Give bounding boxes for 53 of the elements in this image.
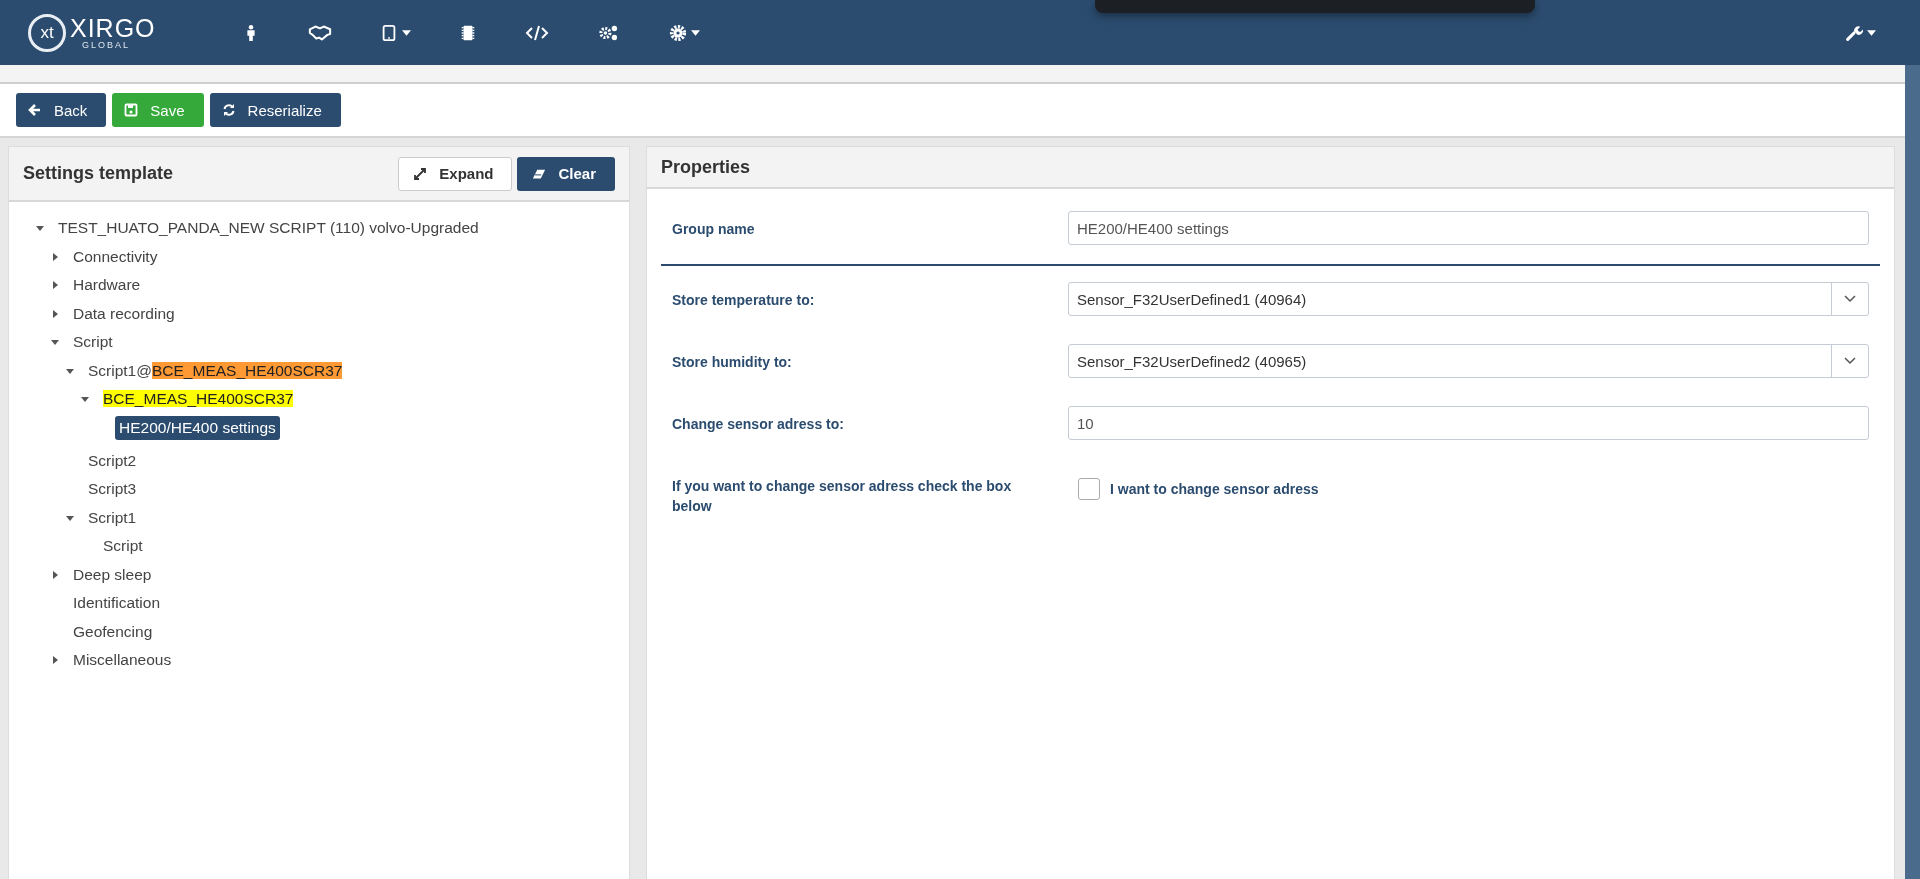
- logo-mark: xt: [28, 13, 66, 52]
- back-button[interactable]: Back: [16, 93, 107, 127]
- tree-item[interactable]: Geofencing: [70, 621, 156, 642]
- tree-item[interactable]: Identification: [70, 593, 164, 614]
- field-label: Store temperature to:: [672, 292, 815, 308]
- tree-item[interactable]: Script1: [85, 507, 140, 528]
- tablet-icon: [380, 23, 398, 42]
- tree-item[interactable]: TEST_HUATO_PANDA_NEW SCRIPT (110) volvo-Upgraded: [55, 218, 482, 239]
- panel-title: Settings template: [23, 163, 174, 184]
- tree-item[interactable]: Script2: [85, 450, 140, 471]
- field-label: If you want to change sensor adress check the box below: [672, 478, 1012, 514]
- select-field[interactable]: Sensor_F32UserDefined2 (40965): [1068, 344, 1869, 378]
- logo-name: XIRGO: [70, 15, 156, 41]
- tree-item[interactable]: Data recording: [70, 303, 178, 324]
- caret-icon[interactable]: [50, 569, 60, 580]
- tree-item[interactable]: HE200/HE400 settings: [115, 415, 280, 440]
- code-icon: [525, 23, 549, 42]
- field-label: Store humidity to:: [672, 354, 792, 370]
- tree-item[interactable]: Script3: [85, 479, 140, 500]
- tree-item[interactable]: Hardware: [70, 275, 144, 296]
- tree-item[interactable]: Connectivity: [70, 246, 161, 267]
- caret-icon: [1867, 29, 1876, 36]
- clear-button[interactable]: Clear: [517, 156, 615, 191]
- select-field[interactable]: Sensor_F32UserDefined1 (40964): [1068, 282, 1869, 316]
- chevron-down-icon: [1844, 357, 1856, 365]
- caret-icon[interactable]: [50, 251, 60, 262]
- arrow-left-icon: [28, 103, 42, 117]
- expand-arrows-icon: [413, 166, 428, 181]
- tree-item[interactable]: Deep sleep: [70, 564, 155, 585]
- wrench-icon: [1845, 23, 1863, 42]
- caret-icon: [402, 29, 411, 36]
- caret-icon[interactable]: [50, 280, 60, 291]
- caret-icon[interactable]: [50, 655, 60, 666]
- checkbox-label[interactable]: I want to change sensor adress: [1110, 481, 1319, 497]
- checkbox[interactable]: [1078, 478, 1100, 500]
- caret-icon: [691, 29, 700, 36]
- refresh-icon: [221, 103, 236, 117]
- text-field[interactable]: 10: [1068, 406, 1869, 440]
- panel-title: Properties: [661, 156, 751, 178]
- tree-item[interactable]: Script: [70, 332, 116, 353]
- text-field[interactable]: HE200/HE400 settings: [1068, 211, 1869, 245]
- settings-icon: [669, 23, 687, 42]
- scrollbar[interactable]: [1905, 65, 1920, 879]
- field-label: Group name: [672, 221, 755, 237]
- logo-tagline: GLOBAL: [81, 40, 132, 50]
- chevron-down-icon: [1844, 295, 1856, 303]
- reserialize-button[interactable]: Reserialize: [209, 93, 341, 127]
- field-label: Change sensor adress to:: [672, 416, 844, 432]
- expand-button[interactable]: Expand: [398, 156, 513, 191]
- caret-icon[interactable]: [50, 308, 60, 319]
- tree-item[interactable]: Script: [100, 536, 146, 557]
- chip-icon: [459, 23, 477, 42]
- tree-item[interactable]: Miscellaneous: [70, 650, 175, 671]
